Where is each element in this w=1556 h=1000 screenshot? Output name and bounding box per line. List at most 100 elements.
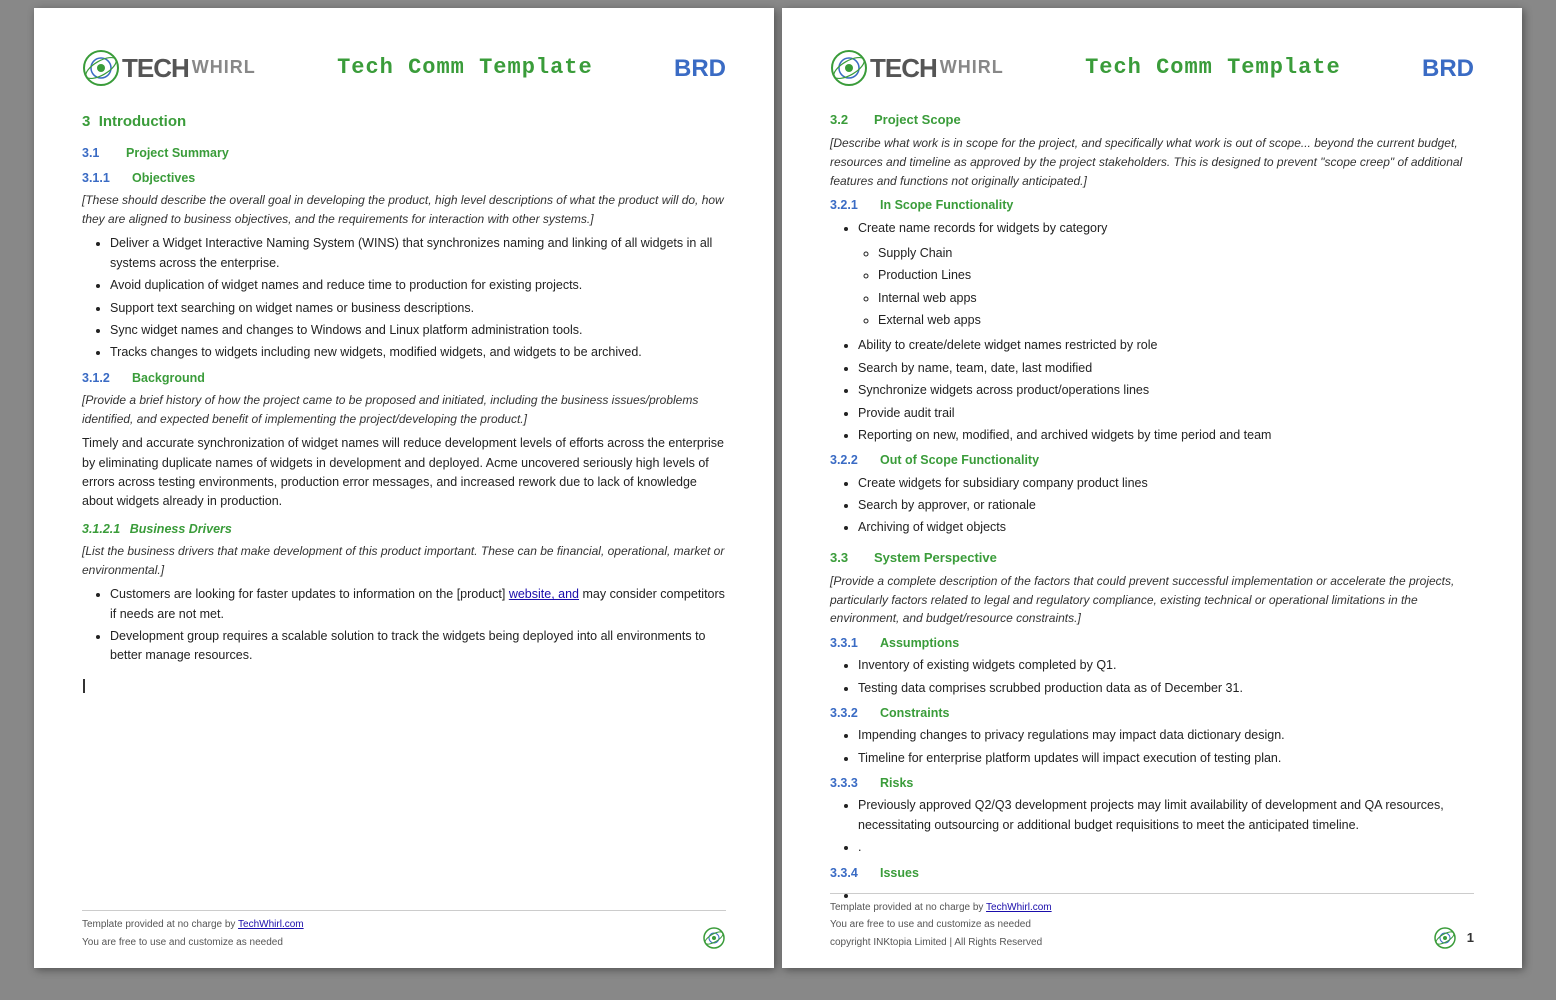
list-item: Timeline for enterprise platform updates… bbox=[858, 749, 1474, 768]
section-312-row: 3.1.2 Background bbox=[82, 369, 726, 388]
footer-line2: You are free to use and customize as nee… bbox=[82, 935, 304, 951]
footer-left-2: Template provided at no charge by TechWh… bbox=[830, 900, 1052, 951]
page-1: TECHWHIRL Tech Comm Template BRD 3 Intro… bbox=[34, 8, 774, 968]
list-item: Testing data comprises scrubbed producti… bbox=[858, 679, 1474, 698]
section-332-num: 3.3.2 bbox=[830, 704, 874, 723]
header-template-title: Tech Comm Template bbox=[337, 51, 593, 85]
list-item: Inventory of existing widgets completed … bbox=[858, 656, 1474, 675]
list-item: Deliver a Widget Interactive Naming Syst… bbox=[110, 234, 726, 273]
logo-whirl: WHIRL bbox=[192, 54, 256, 82]
list-item: Development group requires a scalable so… bbox=[110, 627, 726, 666]
section-3-title: Introduction bbox=[99, 113, 186, 130]
pages-container: TECHWHIRL Tech Comm Template BRD 3 Intro… bbox=[26, 0, 1530, 976]
page-2: TECHWHIRL Tech Comm Template BRD 3.2 Pro… bbox=[782, 8, 1522, 968]
section-3121-num: 3.1.2.1 bbox=[82, 522, 120, 536]
section-332-title: Constraints bbox=[880, 704, 949, 723]
list-item: Search by name, team, date, last modifie… bbox=[858, 359, 1474, 378]
header-template-title-2: Tech Comm Template bbox=[1085, 51, 1341, 85]
footer-logo-icon bbox=[702, 926, 726, 950]
footer-link[interactable]: TechWhirl.com bbox=[238, 919, 304, 930]
list-item: Avoid duplication of widget names and re… bbox=[110, 276, 726, 295]
list-item: Create widgets for subsidiary company pr… bbox=[858, 474, 1474, 493]
footer-right-2: 1 bbox=[1433, 926, 1474, 950]
page-1-header: TECHWHIRL Tech Comm Template BRD bbox=[82, 48, 726, 88]
list-item: Customers are looking for faster updates… bbox=[110, 585, 726, 624]
section-321-row: 3.2.1 In Scope Functionality bbox=[830, 196, 1474, 215]
list-item: Tracks changes to widgets including new … bbox=[110, 343, 726, 362]
footer2-link[interactable]: TechWhirl.com bbox=[986, 902, 1052, 913]
header-brd: BRD bbox=[674, 50, 726, 87]
section-311-title: Objectives bbox=[132, 169, 195, 188]
section-312-note: [Provide a brief history of how the proj… bbox=[82, 391, 726, 428]
section-33-num: 3.3 bbox=[830, 548, 868, 568]
section-331-row: 3.3.1 Assumptions bbox=[830, 634, 1474, 653]
section-331-bullets: Inventory of existing widgets completed … bbox=[858, 656, 1474, 698]
footer2-line3: copyright INKtopia Limited | All Rights … bbox=[830, 935, 1052, 951]
section-3-num: 3 bbox=[82, 113, 90, 130]
section-3-heading: 3 Introduction bbox=[82, 110, 726, 133]
list-item: Ability to create/delete widget names re… bbox=[858, 336, 1474, 355]
list-item: Synchronize widgets across product/opera… bbox=[858, 381, 1474, 400]
section-33-row: 3.3 System Perspective bbox=[830, 548, 1474, 568]
footer-logo-icon-2 bbox=[1433, 926, 1457, 950]
section-332-bullets: Impending changes to privacy regulations… bbox=[858, 726, 1474, 768]
list-item: Create name records for widgets by categ… bbox=[858, 219, 1474, 238]
section-33-note: [Provide a complete description of the f… bbox=[830, 572, 1474, 628]
list-item: Provide audit trail bbox=[858, 404, 1474, 423]
list-item: Production Lines bbox=[878, 266, 1474, 285]
section-311-num: 3.1.1 bbox=[82, 169, 126, 188]
section-3121-title: Business Drivers bbox=[130, 522, 232, 536]
logo-area: TECHWHIRL bbox=[82, 48, 256, 88]
logo-tech-2: TECH bbox=[870, 48, 937, 88]
section-321-sub-bullets: Supply Chain Production Lines Internal w… bbox=[878, 244, 1474, 331]
section-31-title: Project Summary bbox=[126, 144, 229, 163]
section-322-row: 3.2.2 Out of Scope Functionality bbox=[830, 451, 1474, 470]
section-333-title: Risks bbox=[880, 774, 913, 793]
section-321-title: In Scope Functionality bbox=[880, 196, 1013, 215]
logo-whirl-2: WHIRL bbox=[940, 54, 1004, 82]
list-item: Support text searching on widget names o… bbox=[110, 299, 726, 318]
section-333-row: 3.3.3 Risks bbox=[830, 774, 1474, 793]
section-331-title: Assumptions bbox=[880, 634, 959, 653]
section-32-note: [Describe what work is in scope for the … bbox=[830, 134, 1474, 190]
section-331-num: 3.3.1 bbox=[830, 634, 874, 653]
logo-tech: TECH bbox=[122, 48, 189, 88]
section-322-bullets: Create widgets for subsidiary company pr… bbox=[858, 474, 1474, 538]
list-item: . bbox=[858, 838, 1474, 857]
footer2-line2: You are free to use and customize as nee… bbox=[830, 917, 1052, 933]
list-item: Sync widget names and changes to Windows… bbox=[110, 321, 726, 340]
logo-area-2: TECHWHIRL bbox=[830, 48, 1004, 88]
list-item: Impending changes to privacy regulations… bbox=[858, 726, 1474, 745]
page-2-footer: Template provided at no charge by TechWh… bbox=[830, 893, 1474, 951]
list-item: Search by approver, or rationale bbox=[858, 496, 1474, 515]
list-item: Archiving of widget objects bbox=[858, 518, 1474, 537]
list-item: External web apps bbox=[878, 311, 1474, 330]
page-number: 1 bbox=[1467, 928, 1474, 948]
page-1-footer: Template provided at no charge by TechWh… bbox=[82, 910, 726, 950]
list-item: Previously approved Q2/Q3 development pr… bbox=[858, 796, 1474, 835]
section-334-row: 3.3.4 Issues bbox=[830, 864, 1474, 883]
website-link[interactable]: website, and bbox=[509, 587, 579, 601]
section-31-row: 3.1 Project Summary bbox=[82, 144, 726, 163]
section-312-title: Background bbox=[132, 369, 205, 388]
section-312-num: 3.1.2 bbox=[82, 369, 126, 388]
header-brd-2: BRD bbox=[1422, 50, 1474, 87]
section-321-bullets: Create name records for widgets by categ… bbox=[858, 219, 1474, 238]
footer-left: Template provided at no charge by TechWh… bbox=[82, 917, 304, 950]
section-33-title: System Perspective bbox=[874, 548, 997, 568]
list-item: Supply Chain bbox=[878, 244, 1474, 263]
list-item: Internal web apps bbox=[878, 289, 1474, 308]
page-2-header: TECHWHIRL Tech Comm Template BRD bbox=[830, 48, 1474, 88]
section-334-title: Issues bbox=[880, 864, 919, 883]
footer-line1: Template provided at no charge by TechWh… bbox=[82, 917, 304, 933]
section-3121-bullets: Customers are looking for faster updates… bbox=[110, 585, 726, 666]
section-321-num: 3.2.1 bbox=[830, 196, 874, 215]
section-311-bullets: Deliver a Widget Interactive Naming Syst… bbox=[110, 234, 726, 362]
section-31-num: 3.1 bbox=[82, 144, 120, 163]
section-333-bullets: Previously approved Q2/Q3 development pr… bbox=[858, 796, 1474, 857]
section-311-row: 3.1.1 Objectives bbox=[82, 169, 726, 188]
section-32-num: 3.2 bbox=[830, 110, 868, 130]
section-32-title: Project Scope bbox=[874, 110, 961, 130]
cursor-area bbox=[82, 676, 726, 695]
footer2-line1: Template provided at no charge by TechWh… bbox=[830, 900, 1052, 916]
